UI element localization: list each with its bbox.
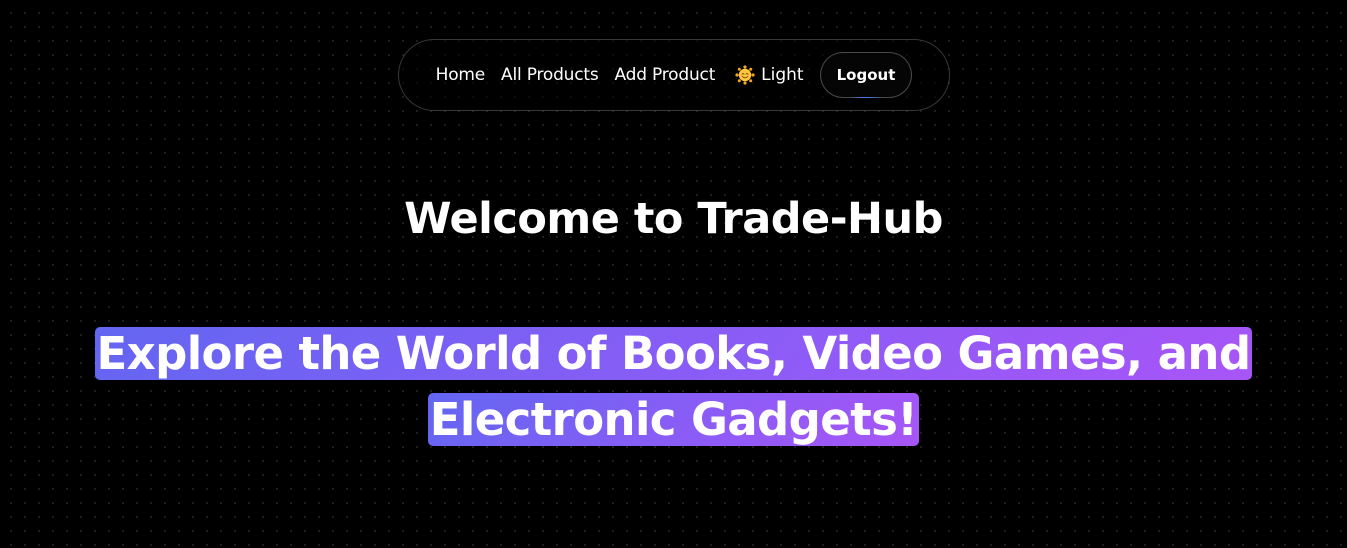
hero-tagline-container: Explore the World of Books, Video Games,… — [0, 321, 1347, 453]
page-title: Welcome to Trade-Hub — [404, 194, 943, 244]
hero-tagline: Explore the World of Books, Video Games,… — [94, 327, 1253, 446]
navbar: Home All Products Add Product Light Logo… — [398, 39, 950, 111]
nav-link-home[interactable]: Home — [436, 65, 486, 85]
nav-link-add-product[interactable]: Add Product — [615, 65, 716, 85]
nav-link-all-products[interactable]: All Products — [501, 65, 599, 85]
logout-button[interactable]: Logout — [819, 52, 913, 98]
theme-toggle[interactable]: Light — [735, 65, 804, 85]
sun-face-icon — [735, 65, 755, 85]
theme-toggle-label: Light — [761, 65, 804, 85]
